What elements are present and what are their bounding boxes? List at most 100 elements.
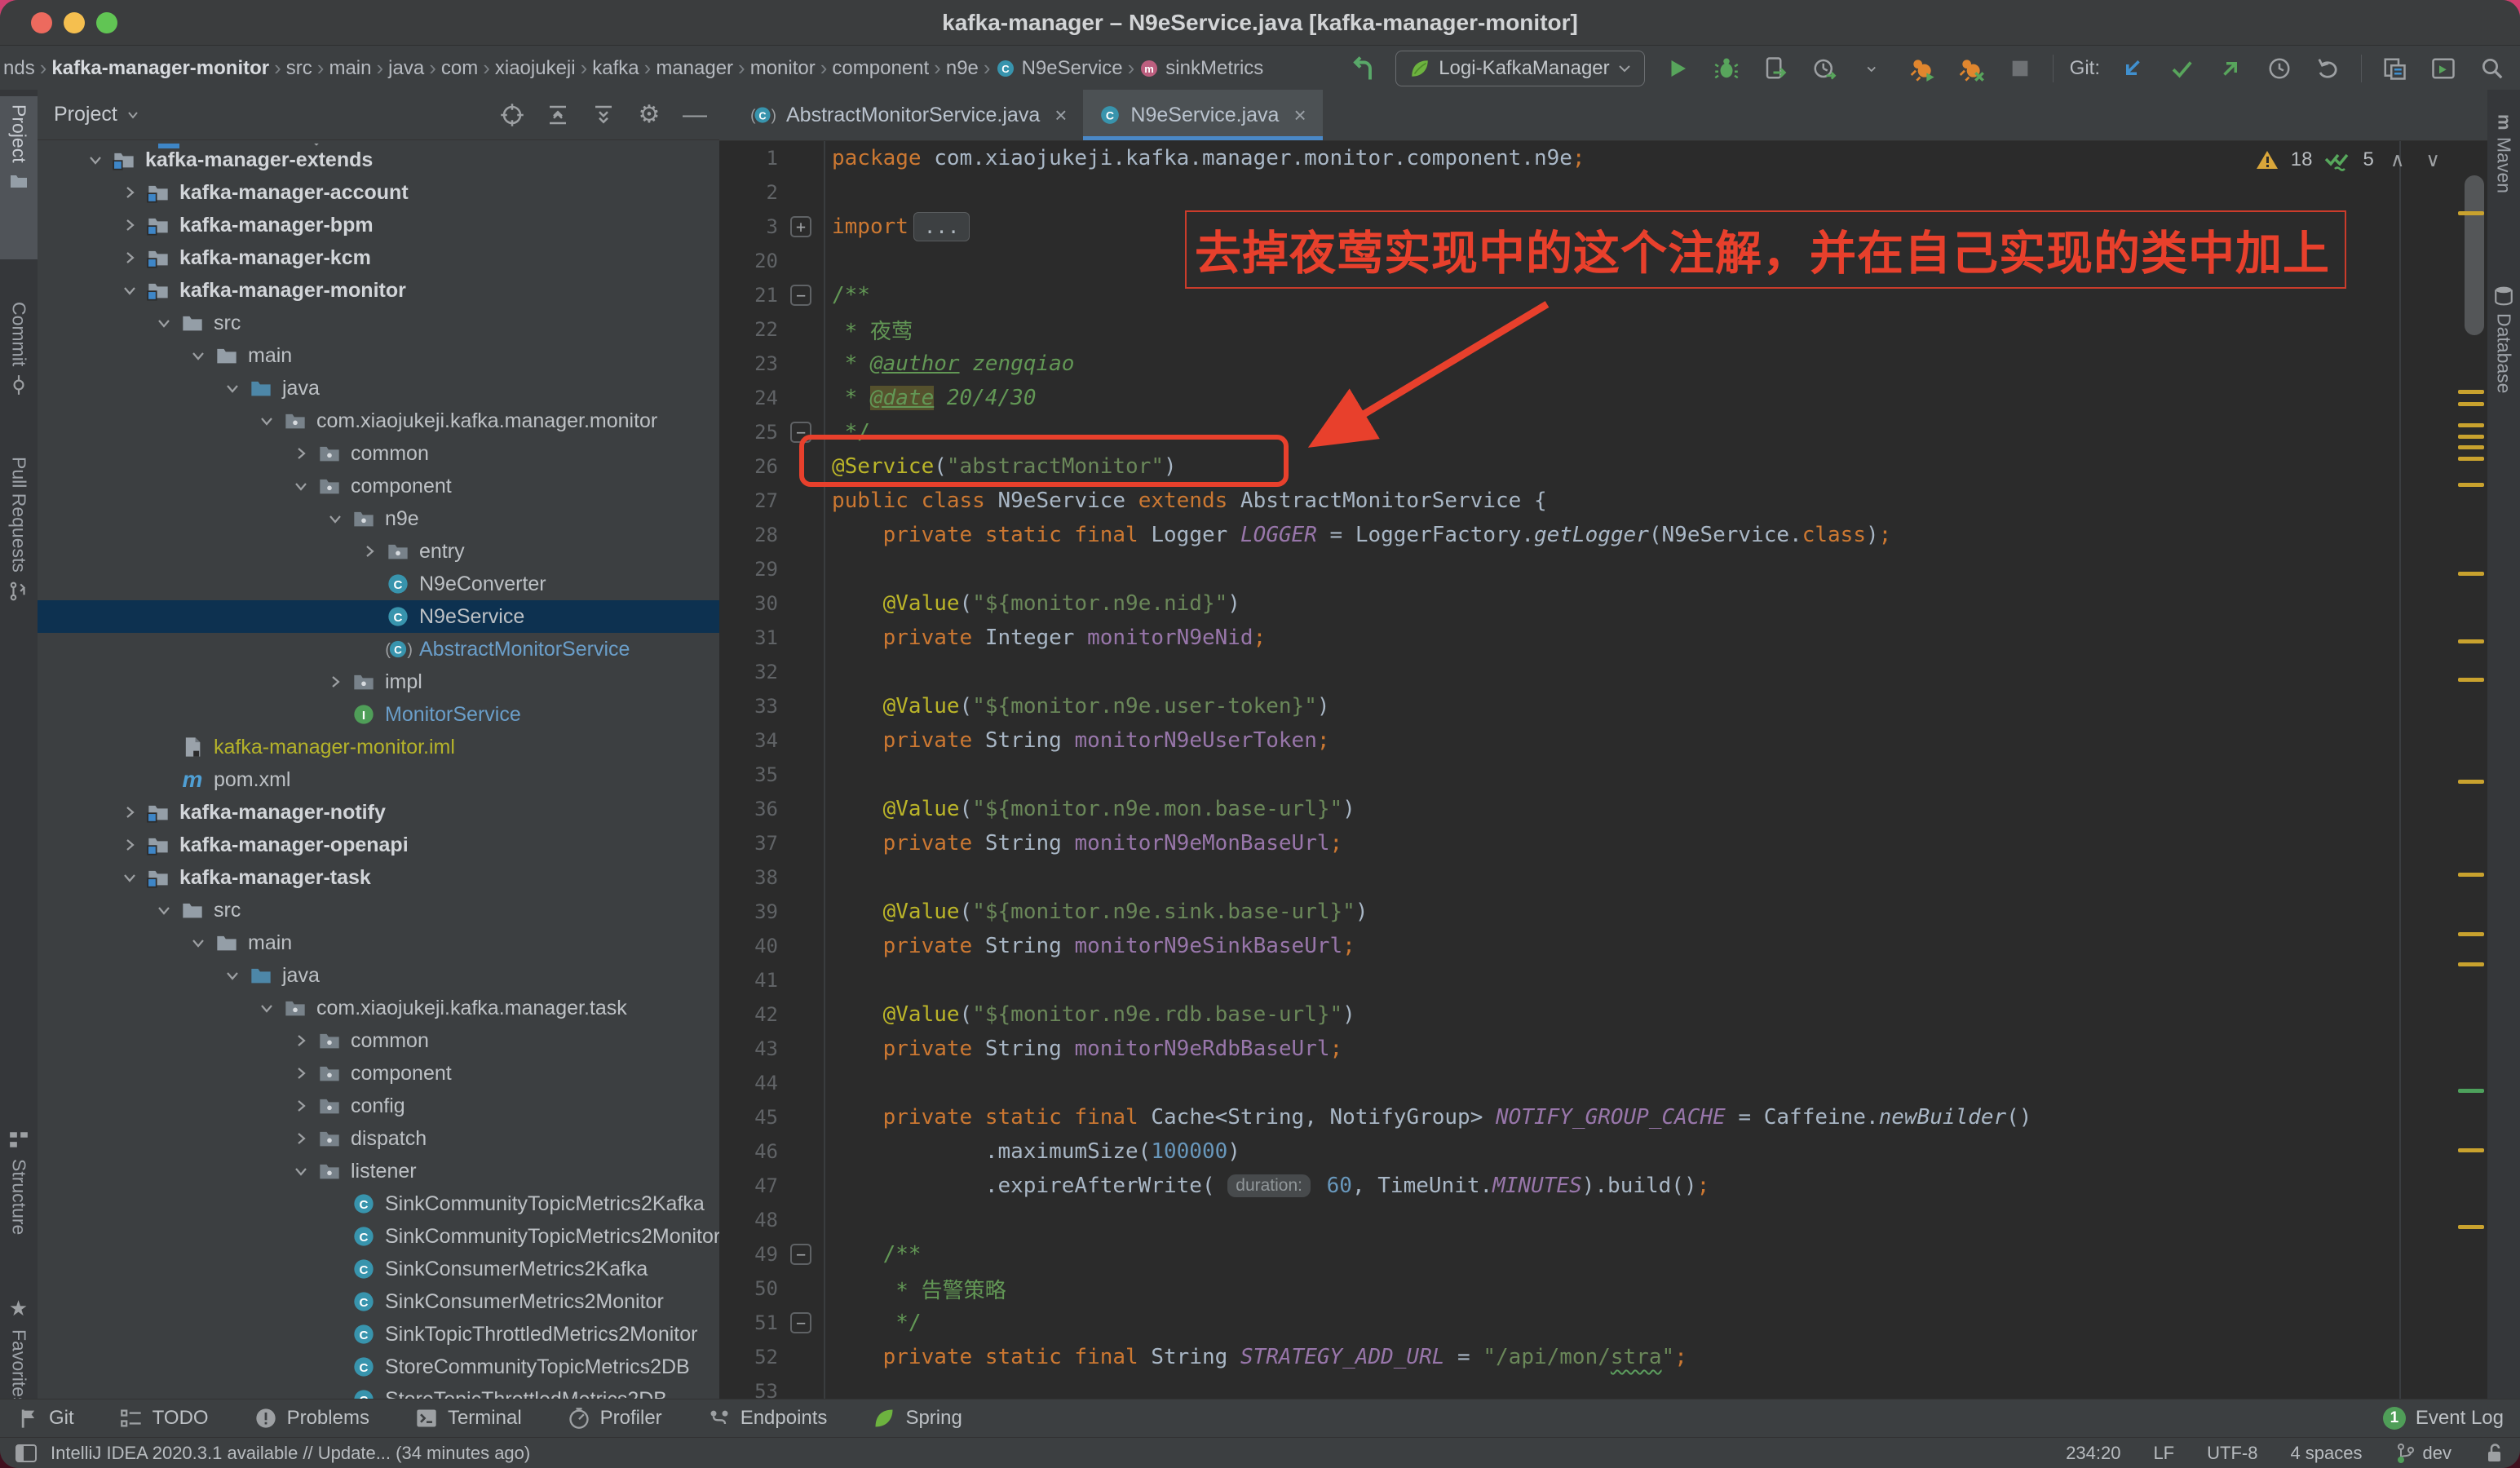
tool-window-button-pull-requests[interactable]: Pull Requests bbox=[0, 449, 38, 677]
settings-button[interactable]: ⚙ bbox=[636, 102, 662, 128]
code-area[interactable]: 1 package com.xiaojukeji.kafka.manager.m… bbox=[719, 141, 2487, 1399]
tree-item-n9e[interactable]: n9e bbox=[38, 502, 719, 535]
code-line-45[interactable]: 45 private static final Cache<String, No… bbox=[719, 1100, 2487, 1134]
code-line-49[interactable]: 49 − /** bbox=[719, 1237, 2487, 1271]
tool-window-button-project[interactable]: Project bbox=[0, 96, 38, 259]
fold-marker-icon[interactable]: − bbox=[790, 1244, 811, 1265]
chevron-down-icon[interactable] bbox=[116, 868, 144, 887]
tree-item-kafka-manager-account[interactable]: kafka-manager-account bbox=[38, 176, 719, 209]
code-line-1[interactable]: 1 package com.xiaojukeji.kafka.manager.m… bbox=[719, 141, 2487, 175]
chevron-down-icon[interactable] bbox=[116, 281, 144, 300]
tree-item-abstractmonitorservice[interactable]: (C) AbstractMonitorService bbox=[38, 633, 719, 665]
tab-n9eservice-java[interactable]: C N9eService.java × bbox=[1083, 90, 1322, 140]
chevron-right-icon[interactable] bbox=[116, 215, 144, 235]
tool-window-button-terminal[interactable]: Terminal bbox=[415, 1407, 522, 1430]
tree-item-storecommunitytopicmetrics2db[interactable]: C StoreCommunityTopicMetrics2DB bbox=[38, 1351, 719, 1383]
chevron-right-icon[interactable] bbox=[287, 444, 315, 463]
event-log-button[interactable]: 1 Event Log bbox=[2383, 1407, 2504, 1430]
console-button[interactable] bbox=[2427, 52, 2460, 85]
code-line-2[interactable]: 2 bbox=[719, 175, 2487, 210]
code-line-33[interactable]: 33 @Value("${monitor.n9e.user-token}") bbox=[719, 689, 2487, 723]
tree-item-component[interactable]: component bbox=[38, 1057, 719, 1090]
chevron-right-icon[interactable] bbox=[116, 835, 144, 855]
tree-item-sinkconsumermetrics2monitor[interactable]: C SinkConsumerMetrics2Monitor bbox=[38, 1285, 719, 1318]
code-line-27[interactable]: 27 public class N9eService extends Abstr… bbox=[719, 484, 2487, 518]
inspections-widget[interactable]: 18 5 ∧ ∨ bbox=[2255, 148, 2445, 172]
breadcrumb-item-com[interactable]: com bbox=[441, 57, 478, 80]
tool-window-button-problems[interactable]: Problems bbox=[254, 1407, 369, 1430]
tree-item-kafka-manager-monitor[interactable]: kafka-manager-monitor bbox=[38, 274, 719, 307]
project-panel-title[interactable]: Project bbox=[54, 103, 140, 126]
tool-window-button-todo[interactable]: TODO bbox=[120, 1407, 209, 1430]
git-update-button[interactable] bbox=[2116, 52, 2149, 85]
tool-window-button-endpoints[interactable]: Endpoints bbox=[708, 1407, 828, 1430]
toggle-toolwindows-icon[interactable] bbox=[15, 1443, 38, 1464]
breadcrumb-item-kafka-manager-monitor[interactable]: kafka-manager-monitor bbox=[51, 57, 269, 80]
fold-marker-icon[interactable]: − bbox=[790, 1312, 811, 1333]
chevron-right-icon[interactable] bbox=[116, 183, 144, 202]
tree-item-kafka-manager-bpm[interactable]: kafka-manager-bpm bbox=[38, 209, 719, 241]
code-line-43[interactable]: 43 private String monitorN9eRdbBaseUrl; bbox=[719, 1032, 2487, 1066]
code-line-31[interactable]: 31 private Integer monitorN9eNid; bbox=[719, 621, 2487, 655]
code-line-47[interactable]: 47 .expireAfterWrite( duration: 60, Time… bbox=[719, 1169, 2487, 1203]
indent-setting[interactable]: 4 spaces bbox=[2290, 1443, 2362, 1464]
hide-button[interactable]: — bbox=[682, 102, 708, 128]
chevron-down-icon[interactable] bbox=[184, 933, 212, 953]
stop-button[interactable] bbox=[2004, 52, 2036, 85]
code-line-23[interactable]: 23 * @author zengqiao bbox=[719, 347, 2487, 381]
code-line-34[interactable]: 34 private String monitorN9eUserToken; bbox=[719, 723, 2487, 758]
git-commit-button[interactable] bbox=[2165, 52, 2198, 85]
chevron-down-icon[interactable] bbox=[82, 150, 109, 170]
tree-item-listener[interactable]: listener bbox=[38, 1155, 719, 1187]
code-line-22[interactable]: 22 * 夜莺 bbox=[719, 312, 2487, 347]
tool-window-button-profiler[interactable]: Profiler bbox=[568, 1407, 662, 1430]
code-line-30[interactable]: 30 @Value("${monitor.n9e.nid}") bbox=[719, 586, 2487, 621]
tree-item-java[interactable]: java bbox=[38, 372, 719, 405]
tree-item-n9eservice[interactable]: C N9eService bbox=[38, 600, 719, 633]
code-line-51[interactable]: 51 − */ bbox=[719, 1306, 2487, 1340]
tab-abstractmonitorservice-java[interactable]: (C) AbstractMonitorService.java × bbox=[732, 90, 1083, 140]
tool-window-button-spring[interactable]: Spring bbox=[873, 1407, 962, 1430]
breadcrumb-item-component[interactable]: component bbox=[832, 57, 929, 80]
locate-button[interactable] bbox=[499, 102, 525, 128]
tree-item-sinkconsumermetrics2kafka[interactable]: C SinkConsumerMetrics2Kafka bbox=[38, 1253, 719, 1285]
code-line-50[interactable]: 50 * 告警策略 bbox=[719, 1271, 2487, 1306]
caret-position[interactable]: 234:20 bbox=[2066, 1443, 2120, 1464]
status-message[interactable]: IntelliJ IDEA 2020.3.1 available // Upda… bbox=[51, 1443, 530, 1464]
breadcrumb-item-main[interactable]: main bbox=[329, 57, 371, 80]
code-line-53[interactable]: 53 bbox=[719, 1374, 2487, 1399]
tree-item-sinkcommunitytopicmetrics2monitor[interactable]: C SinkCommunityTopicMetrics2Monitor bbox=[38, 1220, 719, 1253]
chevron-down-icon[interactable] bbox=[219, 966, 246, 985]
code-line-37[interactable]: 37 private String monitorN9eMonBaseUrl; bbox=[719, 826, 2487, 860]
ant-stop-button[interactable] bbox=[1955, 52, 1987, 85]
tree-item-storetopicthrottledmetrics2db[interactable]: C StoreTopicThrottledMetrics2DB bbox=[38, 1383, 719, 1399]
code-line-35[interactable]: 35 bbox=[719, 758, 2487, 792]
chevron-right-icon[interactable] bbox=[321, 672, 349, 692]
tree-item-kafka-manager-extends[interactable]: kafka-manager-extends bbox=[38, 144, 719, 176]
git-push-button[interactable] bbox=[2214, 52, 2247, 85]
chevron-right-icon[interactable] bbox=[356, 542, 383, 561]
code-line-36[interactable]: 36 @Value("${monitor.n9e.mon.base-url}") bbox=[719, 792, 2487, 826]
breadcrumb-item-nds[interactable]: nds bbox=[3, 57, 35, 80]
tree-item-entry[interactable]: entry bbox=[38, 535, 719, 568]
close-icon[interactable]: × bbox=[1054, 103, 1067, 128]
run-button[interactable] bbox=[1661, 52, 1694, 85]
tool-window-button-structure[interactable]: Structure bbox=[0, 1121, 38, 1276]
tree-item-dispatch[interactable]: dispatch bbox=[38, 1122, 719, 1155]
unlock-icon[interactable] bbox=[2484, 1442, 2505, 1465]
history-button[interactable] bbox=[2263, 52, 2296, 85]
close-icon[interactable]: × bbox=[1293, 103, 1306, 128]
fold-expand-icon[interactable]: + bbox=[790, 216, 811, 237]
tree-item-kafka-manager-openapi[interactable]: kafka-manager-openapi bbox=[38, 829, 719, 861]
breadcrumb-item-java[interactable]: java bbox=[388, 57, 424, 80]
chevron-down-icon[interactable] bbox=[219, 378, 246, 398]
chevron-down-icon[interactable] bbox=[150, 900, 178, 920]
rollback-button[interactable] bbox=[2312, 52, 2345, 85]
tree-item-pom-xml[interactable]: m pom.xml bbox=[38, 763, 719, 796]
chevron-down-icon[interactable] bbox=[184, 346, 212, 365]
tree-item-n9econverter[interactable]: C N9eConverter bbox=[38, 568, 719, 600]
git-branch[interactable]: dev bbox=[2395, 1442, 2451, 1465]
chevron-down-icon[interactable] bbox=[253, 998, 281, 1018]
chevron-right-icon[interactable] bbox=[287, 1096, 315, 1116]
code-line-52[interactable]: 52 private static final String STRATEGY_… bbox=[719, 1340, 2487, 1374]
